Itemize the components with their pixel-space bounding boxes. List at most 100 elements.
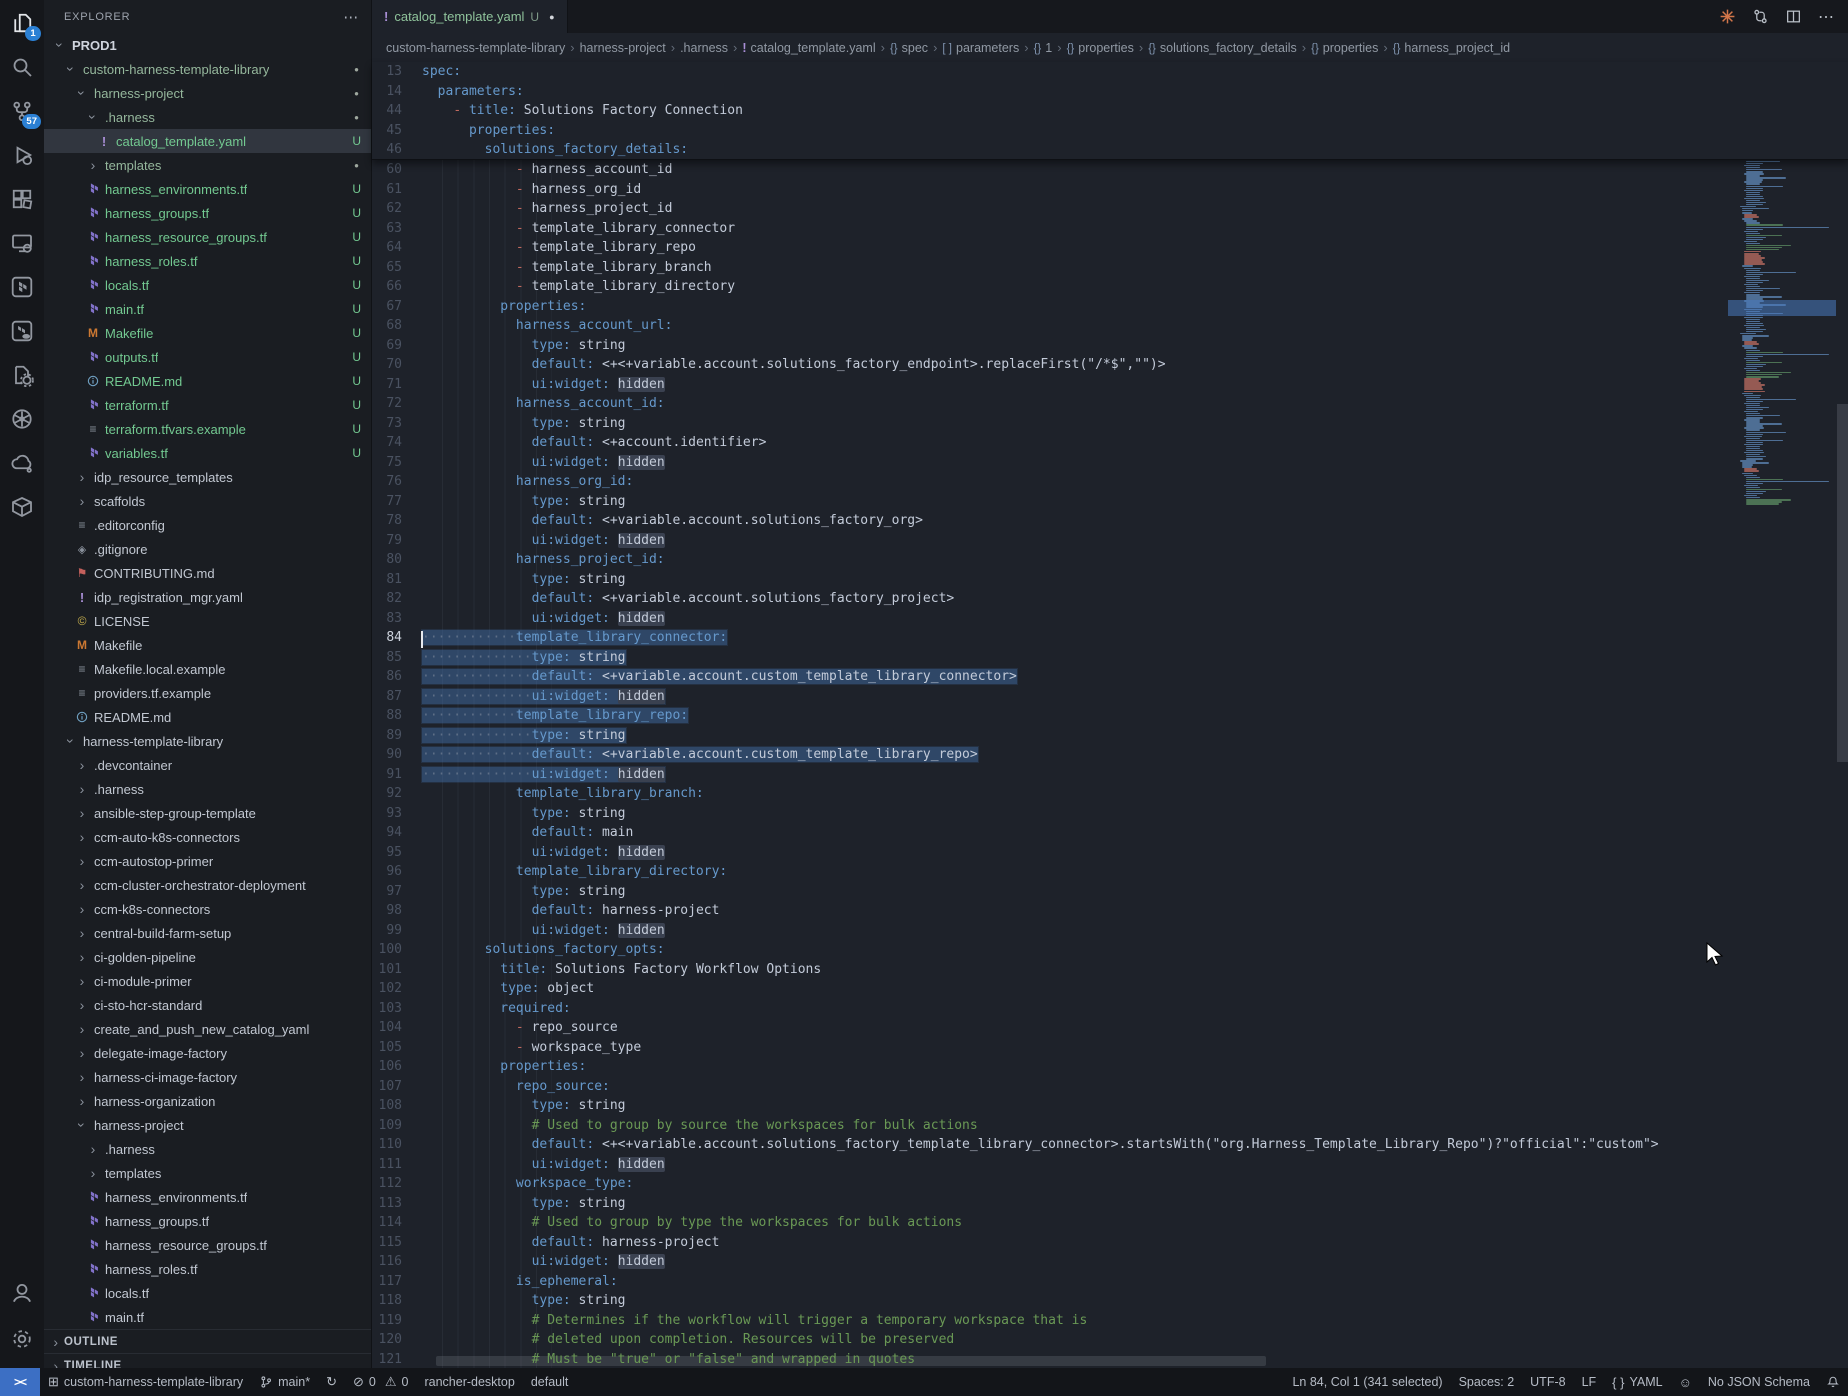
code-line-106[interactable]: 106 properties:: [372, 1057, 1848, 1077]
code-line-13[interactable]: 13spec:: [372, 62, 1848, 82]
code-line-119[interactable]: 119 # Determines if the workflow will tr…: [372, 1311, 1848, 1331]
line-number[interactable]: 67: [372, 297, 422, 317]
tree-file-harness-environments-tf[interactable]: harness_environments.tfU: [44, 177, 371, 201]
tree-file-harness-resource-groups-tf[interactable]: harness_resource_groups.tf: [44, 1233, 371, 1257]
breadcrumb-item[interactable]: !catalog_template.yaml: [742, 41, 875, 55]
tree-folder-ansible-step-group-template[interactable]: ›ansible-step-group-template: [44, 801, 371, 825]
tab-catalog-template-yaml[interactable]: ! catalog_template.yaml U ●: [372, 0, 568, 33]
line-number[interactable]: 60: [372, 160, 422, 180]
code-line-88[interactable]: 88············template_library_repo:: [372, 706, 1848, 726]
line-number[interactable]: 103: [372, 999, 422, 1019]
line-number[interactable]: 74: [372, 433, 422, 453]
code-line-95[interactable]: 95 ui:widget: hidden: [372, 843, 1848, 863]
status-default[interactable]: default: [523, 1368, 577, 1396]
line-number[interactable]: 14: [372, 82, 422, 102]
tree-file-readme-md[interactable]: README.md: [44, 705, 371, 729]
breadcrumb-item[interactable]: {}properties: [1311, 41, 1378, 55]
code-line-76[interactable]: 76 harness_org_id:: [372, 472, 1848, 492]
line-number[interactable]: 63: [372, 219, 422, 239]
code-line-73[interactable]: 73 type: string: [372, 414, 1848, 434]
code-line-118[interactable]: 118 type: string: [372, 1291, 1848, 1311]
tree-folder-delegate-image-factory[interactable]: ›delegate-image-factory: [44, 1041, 371, 1065]
tree-file-harness-roles-tf[interactable]: harness_roles.tf: [44, 1257, 371, 1281]
code-line-60[interactable]: 60 - harness_account_id: [372, 160, 1848, 180]
containers-icon[interactable]: [7, 492, 37, 522]
status-git-branch[interactable]: main*: [251, 1368, 318, 1396]
line-number[interactable]: 64: [372, 238, 422, 258]
line-number[interactable]: 118: [372, 1291, 422, 1311]
status-utf-8[interactable]: UTF-8: [1522, 1368, 1573, 1396]
line-number[interactable]: 98: [372, 901, 422, 921]
tree-folder-harness-project[interactable]: ›harness-project●: [44, 81, 371, 105]
outline-section-header[interactable]: › OUTLINE: [44, 1329, 371, 1353]
tree-folder--harness[interactable]: ›.harness●: [44, 105, 371, 129]
code-line-62[interactable]: 62 - harness_project_id: [372, 199, 1848, 219]
tree-folder-idp-resource-templates[interactable]: ›idp_resource_templates: [44, 465, 371, 489]
tree-file-outputs-tf[interactable]: outputs.tfU: [44, 345, 371, 369]
tree-folder-harness-template-library[interactable]: ›harness-template-library: [44, 729, 371, 753]
line-number[interactable]: 116: [372, 1252, 422, 1272]
tree-file--gitignore[interactable]: ◈.gitignore: [44, 537, 371, 561]
line-number[interactable]: 65: [372, 258, 422, 278]
line-number[interactable]: 119: [372, 1311, 422, 1331]
line-number[interactable]: 95: [372, 843, 422, 863]
line-number[interactable]: 78: [372, 511, 422, 531]
code-line-90[interactable]: 90··············default: <+variable.acco…: [372, 745, 1848, 765]
tree-folder--harness[interactable]: ›.harness: [44, 777, 371, 801]
line-number[interactable]: 115: [372, 1233, 422, 1253]
code-line-121[interactable]: 121 # Must be "true" or "false" and wrap…: [372, 1350, 1848, 1369]
tree-file-harness-groups-tf[interactable]: harness_groups.tf: [44, 1209, 371, 1233]
code-line-100[interactable]: 100 solutions_factory_opts:: [372, 940, 1848, 960]
line-number[interactable]: 90: [372, 745, 422, 765]
code-line-83[interactable]: 83 ui:widget: hidden: [372, 609, 1848, 629]
breadcrumb-item[interactable]: [ ]parameters: [942, 41, 1019, 55]
tree-folder-harness-organization[interactable]: ›harness-organization: [44, 1089, 371, 1113]
code-line-77[interactable]: 77 type: string: [372, 492, 1848, 512]
tree-file-harness-environments-tf[interactable]: harness_environments.tf: [44, 1185, 371, 1209]
split-editor-icon[interactable]: [1785, 8, 1802, 25]
code-line-115[interactable]: 115 default: harness-project: [372, 1233, 1848, 1253]
breadcrumb-item[interactable]: {}1: [1034, 41, 1053, 55]
breadcrumb-item[interactable]: {}solutions_factory_details: [1148, 41, 1297, 55]
code-line-92[interactable]: 92 template_library_branch:: [372, 784, 1848, 804]
line-number[interactable]: 120: [372, 1330, 422, 1350]
line-number[interactable]: 46: [372, 140, 422, 160]
code-line-71[interactable]: 71 ui:widget: hidden: [372, 375, 1848, 395]
code-line-87[interactable]: 87··············ui:widget: hidden: [372, 687, 1848, 707]
line-number[interactable]: 105: [372, 1038, 422, 1058]
code-line-85[interactable]: 85··············type: string: [372, 648, 1848, 668]
line-number[interactable]: 99: [372, 921, 422, 941]
line-number[interactable]: 91: [372, 765, 422, 785]
compare-changes-icon[interactable]: [1752, 8, 1769, 25]
code-line-107[interactable]: 107 repo_source:: [372, 1077, 1848, 1097]
breadcrumb-item[interactable]: custom-harness-template-library: [386, 41, 565, 55]
line-number[interactable]: 73: [372, 414, 422, 434]
tree-folder-harness-ci-image-factory[interactable]: ›harness-ci-image-factory: [44, 1065, 371, 1089]
code-line-110[interactable]: 110 default: <+<+variable.account.soluti…: [372, 1135, 1848, 1155]
code-line-104[interactable]: 104 - repo_source: [372, 1018, 1848, 1038]
code-line-103[interactable]: 103 required:: [372, 999, 1848, 1019]
tree-file--editorconfig[interactable]: ≡.editorconfig: [44, 513, 371, 537]
line-number[interactable]: 84: [372, 628, 422, 648]
tree-file-makefile-local-example[interactable]: ≡Makefile.local.example: [44, 657, 371, 681]
tree-file-makefile[interactable]: MMakefileU: [44, 321, 371, 345]
line-number[interactable]: 76: [372, 472, 422, 492]
tree-folder--harness[interactable]: ›.harness: [44, 1137, 371, 1161]
code-line-94[interactable]: 94 default: main: [372, 823, 1848, 843]
code-line-70[interactable]: 70 default: <+<+variable.account.solutio…: [372, 355, 1848, 375]
code-line-72[interactable]: 72 harness_account_id:: [372, 394, 1848, 414]
tree-folder-create-and-push-new-catalog-yaml[interactable]: ›create_and_push_new_catalog_yaml: [44, 1017, 371, 1041]
tree-folder-central-build-farm-setup[interactable]: ›central-build-farm-setup: [44, 921, 371, 945]
code-viewport[interactable]: 60 - harness_account_id61 - harness_org_…: [372, 160, 1848, 1368]
code-line-65[interactable]: 65 - template_library_branch: [372, 258, 1848, 278]
line-number[interactable]: 45: [372, 121, 422, 141]
status-language-mode[interactable]: { }YAML: [1604, 1368, 1670, 1396]
cloud-tools-icon[interactable]: [7, 448, 37, 478]
tree-folder-ci-module-primer[interactable]: ›ci-module-primer: [44, 969, 371, 993]
more-actions-icon[interactable]: ⋯: [343, 8, 359, 26]
code-line-105[interactable]: 105 - workspace_type: [372, 1038, 1848, 1058]
code-line-44[interactable]: 44 - title: Solutions Factory Connection: [372, 101, 1848, 121]
line-number[interactable]: 13: [372, 62, 422, 82]
tree-folder-ci-sto-hcr-standard[interactable]: ›ci-sto-hcr-standard: [44, 993, 371, 1017]
tree-folder--devcontainer[interactable]: ›.devcontainer: [44, 753, 371, 777]
